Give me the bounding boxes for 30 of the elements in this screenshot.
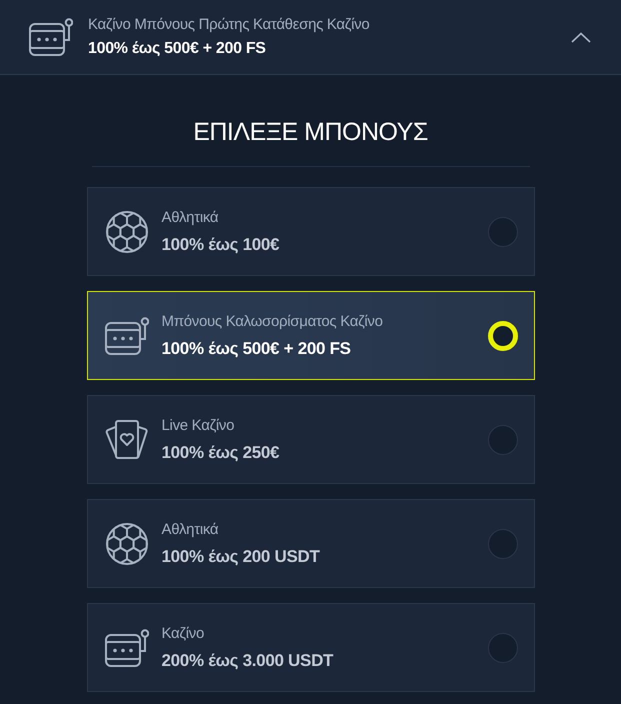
option-label: Μπόνους Καλωσορίσματος Καζίνο (162, 312, 383, 331)
soccer-ball-icon (104, 522, 148, 566)
option-amount: 200% έως 3.000 USDT (162, 650, 334, 671)
section-heading: ΕΠΙΛΕΞΕ ΜΠΟΝΟΥΣ (192, 117, 429, 148)
option-amount: 100% έως 100€ (162, 234, 280, 255)
playing-cards-icon (104, 418, 150, 462)
bonus-amount: 100% έως 500€ + 200 FS (88, 39, 267, 59)
option-label: Καζίνο (162, 624, 205, 643)
radio-button[interactable] (488, 216, 518, 246)
option-amount: 100% έως 200 USDT (162, 546, 320, 567)
bonus-option-card[interactable]: Καζίνο 200% έως 3.000 USDT (86, 603, 534, 692)
bonus-option-card[interactable]: Μπόνους Καλωσορίσματος Καζίνο 100% έως 500€ + 200 FS (86, 291, 534, 380)
slot-machine-icon (29, 18, 73, 56)
radio-button[interactable] (488, 528, 518, 558)
bonus-option-card[interactable]: Live Καζίνο 100% έως 250€ (86, 395, 534, 484)
soccer-ball-icon (104, 210, 148, 254)
bonus-option-card[interactable]: Αθλητικά 100% έως 100€ (86, 187, 534, 276)
header-bar[interactable]: Καζίνο Μπόνους Πρώτης Κατάθεσης Καζίνο 100% έως 500€ + 200 FS (0, 0, 621, 75)
radio-button[interactable] (488, 632, 518, 662)
option-label: Αθλητικά (162, 520, 220, 539)
bonus-title: Καζίνο Μπόνους Πρώτης Κατάθεσης Καζίνο (88, 15, 370, 34)
bonus-option-card[interactable]: Αθλητικά 100% έως 200 USDT (86, 499, 534, 588)
option-label: Αθλητικά (162, 208, 220, 227)
slot-machine-icon (104, 628, 148, 666)
slot-machine-icon (104, 316, 148, 354)
radio-button[interactable] (488, 424, 518, 454)
option-amount: 100% έως 250€ (162, 442, 280, 463)
option-label: Live Καζίνο (162, 416, 236, 435)
option-amount: 100% έως 500€ + 200 FS (162, 338, 352, 359)
chevron-up-icon[interactable] (571, 32, 591, 42)
